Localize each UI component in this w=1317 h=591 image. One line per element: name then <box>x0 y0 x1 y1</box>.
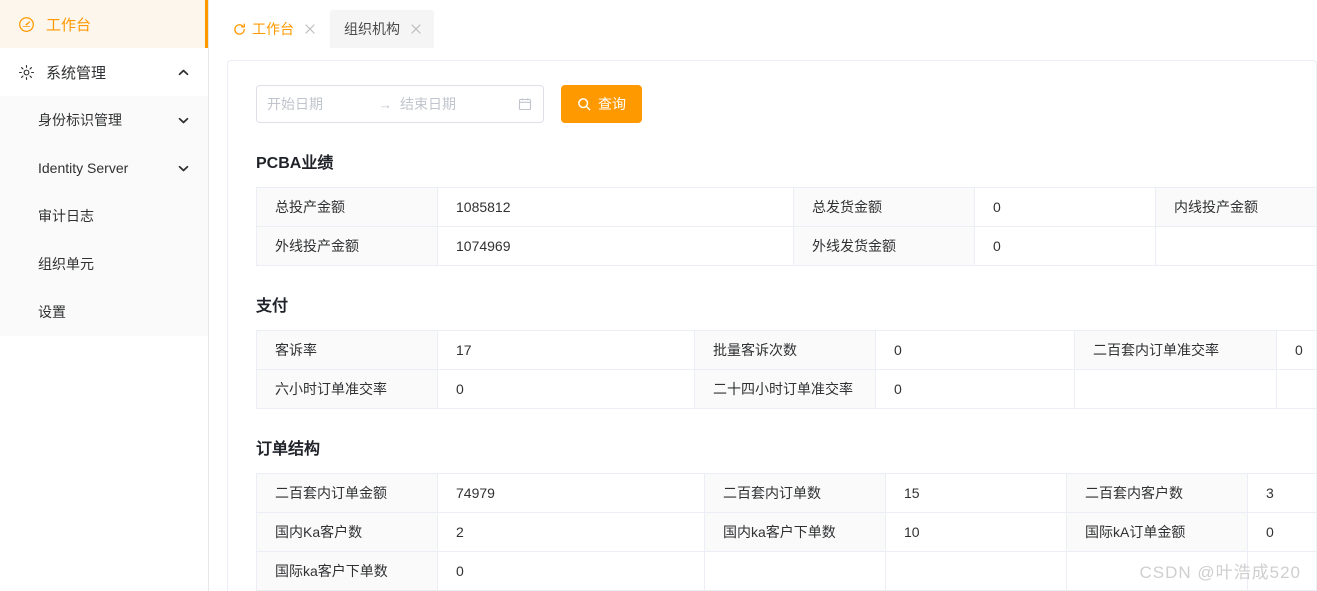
chevron-down-icon[interactable] <box>176 113 190 127</box>
metric-value-cell: 10 <box>885 512 1067 552</box>
tab-bar: 工作台 组织机构 <box>209 0 1317 48</box>
metric-label-cell: 外线投产金额 <box>256 226 438 266</box>
metric-value-cell: 0 <box>974 226 1156 266</box>
metrics-section: 支付 客诉率 17 批量客诉次数 0 二百套内订单准交率 0 六小时订单准交率 0 二十四小时订单… <box>256 292 1316 409</box>
search-button[interactable]: 查询 <box>561 85 642 123</box>
metrics-section: 订单结构 二百套内订单金额 74979 二百套内订单数 15 二百套内客户数 3 国内Ka客户… <box>256 435 1316 591</box>
metric-label-cell: 国际kA订单金额 <box>1066 512 1248 552</box>
sidebar-item-system-management[interactable]: 系统管理 <box>0 48 208 96</box>
sidebar-item-label: 审计日志 <box>38 208 94 224</box>
dashboard-card: → <box>227 60 1317 591</box>
sidebar-item-label: 系统管理 <box>46 64 107 82</box>
metric-value-cell: 0 <box>437 369 695 409</box>
tab-organization[interactable]: 组织机构 <box>330 10 434 48</box>
end-date-input[interactable] <box>400 96 504 112</box>
search-form: → <box>256 85 1316 123</box>
chevron-up-icon[interactable] <box>176 65 190 79</box>
section-title: PCBA业绩 <box>256 155 334 172</box>
metric-value-cell: 3 <box>1247 473 1316 513</box>
sidebar-item-label: 工作台 <box>46 16 92 34</box>
metric-value-cell <box>704 551 886 591</box>
chevron-down-icon[interactable] <box>176 161 190 175</box>
metrics-section: PCBA业绩 总投产金额 1085812 总发货金额 0 内线投产金额 外线投产金额 1074… <box>256 149 1316 266</box>
metric-value-cell <box>885 551 1067 591</box>
metric-value-cell: 2 <box>437 512 705 552</box>
metric-value-cell: 15 <box>885 473 1067 513</box>
close-icon[interactable] <box>304 23 316 35</box>
metric-label-cell: 二百套内客户数 <box>1066 473 1248 513</box>
metric-label-cell: 总投产金额 <box>256 187 438 227</box>
sidebar: 工作台 系统管理 身份标识管理 Identity Server 审计日志 组织单… <box>0 0 209 591</box>
table-row: 客诉率 17 批量客诉次数 0 二百套内订单准交率 0 <box>256 330 1316 370</box>
search-button-label: 查询 <box>598 96 626 112</box>
metric-value-cell: 0 <box>875 369 1075 409</box>
sidebar-item-identity-server[interactable]: Identity Server <box>0 144 208 192</box>
metric-value-cell: 0 <box>1247 512 1316 552</box>
table-row: 国际ka客户下单数 0 <box>256 551 1316 591</box>
table-row: 总投产金额 1085812 总发货金额 0 内线投产金额 <box>256 187 1316 227</box>
sidebar-item-identity-management[interactable]: 身份标识管理 <box>0 96 208 144</box>
metric-label-cell: 国际ka客户下单数 <box>256 551 438 591</box>
metric-value-cell: 0 <box>437 551 705 591</box>
metric-label-cell: 国内Ka客户数 <box>256 512 438 552</box>
metric-value-cell <box>1155 226 1316 266</box>
metric-label-cell: 六小时订单准交率 <box>256 369 438 409</box>
metric-label-cell: 二百套内订单准交率 <box>1074 330 1277 370</box>
metric-value-cell <box>1247 551 1316 591</box>
sidebar-item-organization-unit[interactable]: 组织单元 <box>0 240 208 288</box>
metric-value-cell: 1085812 <box>437 187 794 227</box>
metric-label-cell: 内线投产金额 <box>1155 187 1316 227</box>
tab-workbench[interactable]: 工作台 <box>218 10 328 48</box>
metric-label-cell: 批量客诉次数 <box>694 330 876 370</box>
table-row: 六小时订单准交率 0 二十四小时订单准交率 0 <box>256 369 1316 409</box>
sidebar-submenu: 身份标识管理 Identity Server 审计日志 组织单元 设置 <box>0 96 208 336</box>
date-range-separator: → <box>379 96 392 112</box>
sidebar-item-settings[interactable]: 设置 <box>0 288 208 336</box>
sidebar-item-label: 设置 <box>38 304 66 320</box>
metric-label-cell: 国内ka客户下单数 <box>704 512 886 552</box>
metric-value-cell: 1074969 <box>437 226 794 266</box>
section-title: 订单结构 <box>256 441 321 458</box>
refresh-icon[interactable] <box>232 22 246 36</box>
dashboard-icon <box>16 14 36 34</box>
metric-value-cell: 0 <box>1276 330 1316 370</box>
start-date-input[interactable] <box>267 96 371 112</box>
metric-value-cell <box>1276 369 1316 409</box>
app-root: 工作台 系统管理 身份标识管理 Identity Server 审计日志 组织单… <box>0 0 1317 591</box>
metric-value-cell <box>1066 551 1248 591</box>
metric-label-cell: 二百套内订单数 <box>704 473 886 513</box>
metrics-table: 二百套内订单金额 74979 二百套内订单数 15 二百套内客户数 3 国内Ka客户数 2 国内… <box>256 473 1316 591</box>
close-icon[interactable] <box>410 23 422 35</box>
metric-value-cell: 0 <box>875 330 1075 370</box>
section-title: 支付 <box>256 298 289 315</box>
gear-icon <box>16 62 36 82</box>
table-row: 外线投产金额 1074969 外线发货金额 0 <box>256 226 1316 266</box>
content-area: → <box>209 48 1317 591</box>
metric-label-cell: 二十四小时订单准交率 <box>694 369 876 409</box>
main-area: 工作台 组织机构 开始日期 → 结束日期 查询 PCBA业绩 总投产金额 108… <box>209 0 1317 591</box>
metric-label-cell: 二百套内订单金额 <box>256 473 438 513</box>
metric-label-cell: 总发货金额 <box>793 187 975 227</box>
tab-label: 工作台 <box>252 21 294 37</box>
table-row: 国内Ka客户数 2 国内ka客户下单数 10 国际kA订单金额 0 <box>256 512 1316 552</box>
sidebar-item-label: Identity Server <box>38 160 129 176</box>
metrics-table: 客诉率 17 批量客诉次数 0 二百套内订单准交率 0 六小时订单准交率 0 二十四小时订单准交… <box>256 330 1316 409</box>
metrics-sections: PCBA业绩 总投产金额 1085812 总发货金额 0 内线投产金额 外线投产金额 1074… <box>256 149 1316 591</box>
metric-value-cell: 74979 <box>437 473 705 513</box>
search-icon <box>577 97 591 111</box>
metric-value-cell <box>1074 369 1277 409</box>
metrics-table: 总投产金额 1085812 总发货金额 0 内线投产金额 外线投产金额 1074969 外线发… <box>256 187 1316 266</box>
table-row: 二百套内订单金额 74979 二百套内订单数 15 二百套内客户数 3 <box>256 473 1316 513</box>
metric-value-cell: 17 <box>437 330 695 370</box>
date-range-picker[interactable]: → <box>256 85 544 123</box>
sidebar-item-workbench[interactable]: 工作台 <box>0 0 208 48</box>
metric-label-cell: 外线发货金额 <box>793 226 975 266</box>
calendar-icon[interactable] <box>517 96 533 112</box>
sidebar-item-label: 组织单元 <box>38 256 94 272</box>
sidebar-item-label: 身份标识管理 <box>38 112 122 128</box>
tab-label: 组织机构 <box>344 21 400 37</box>
metric-label-cell: 客诉率 <box>256 330 438 370</box>
sidebar-item-audit-log[interactable]: 审计日志 <box>0 192 208 240</box>
metric-value-cell: 0 <box>974 187 1156 227</box>
